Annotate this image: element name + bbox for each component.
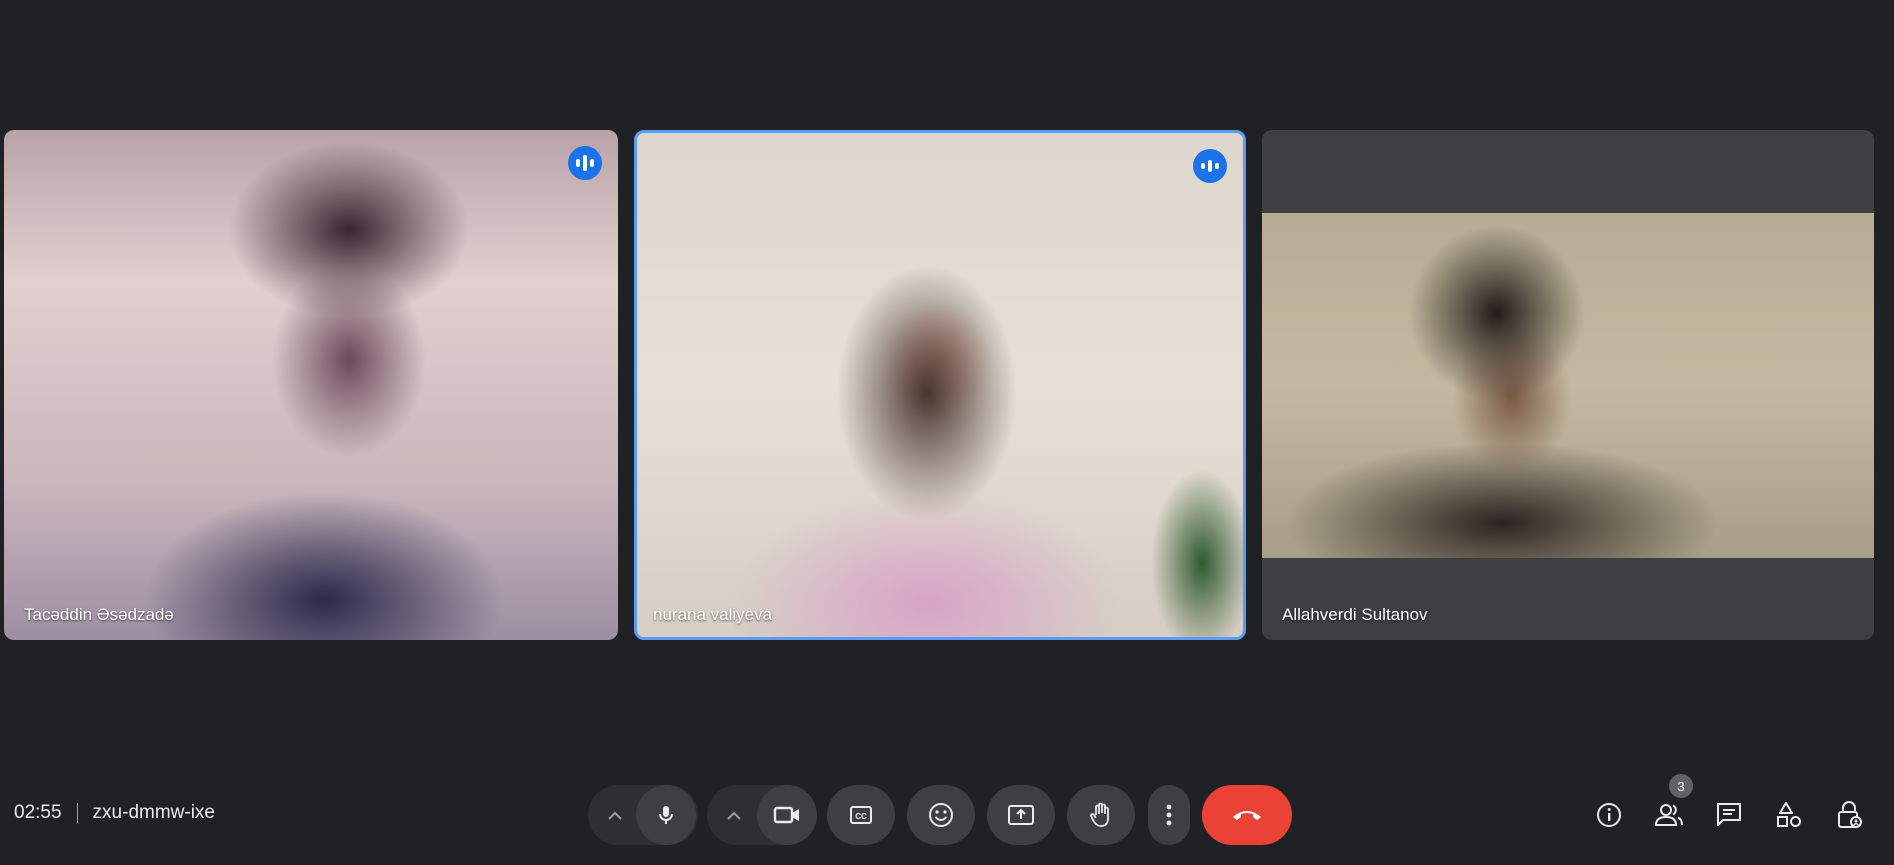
captions-icon: CC [850, 806, 872, 824]
raise-hand-button[interactable] [1067, 785, 1135, 845]
camera-button[interactable] [757, 785, 817, 845]
present-screen-icon [1008, 805, 1034, 825]
chat-icon [1717, 803, 1741, 826]
emoji-button[interactable] [907, 785, 975, 845]
leave-call-button[interactable] [1202, 785, 1292, 845]
captions-button[interactable]: CC [827, 785, 895, 845]
svg-text:CC: CC [855, 812, 867, 821]
participant-video [1262, 213, 1874, 558]
meeting-info: 02:55 zxu-dmmw-ixe [14, 802, 215, 824]
divider [76, 803, 78, 823]
people-icon [1654, 804, 1683, 826]
activities-icon [1777, 802, 1801, 827]
speaking-indicator-icon [568, 146, 602, 180]
meeting-details-button[interactable] [1589, 795, 1629, 835]
microphone-button[interactable] [636, 785, 696, 845]
end-call-icon [1233, 811, 1261, 820]
host-controls-button[interactable] [1829, 795, 1869, 835]
raise-hand-icon [1090, 802, 1109, 827]
meeting-time: 02:55 [14, 802, 62, 823]
more-options-icon [1166, 804, 1172, 826]
people-button[interactable] [1649, 795, 1689, 835]
participant-name: Tacəddin Əsədzadə [24, 605, 174, 624]
host-controls-icon [1838, 801, 1862, 828]
camera-icon [773, 806, 799, 824]
participant-tile-3[interactable]: Allahverdi Sultanov [1262, 130, 1874, 640]
camera-options-chevron-up-icon[interactable] [720, 801, 748, 829]
activities-button[interactable] [1769, 795, 1809, 835]
participant-tile-1[interactable]: Tacəddin Əsədzadə [4, 130, 618, 640]
people-count-badge: 3 [1669, 774, 1693, 798]
participant-name: Allahverdi Sultanov [1282, 605, 1428, 624]
speaking-indicator-icon [1193, 149, 1227, 183]
mic-options-chevron-up-icon[interactable] [601, 801, 629, 829]
chat-button[interactable] [1709, 795, 1749, 835]
more-options-button[interactable] [1148, 785, 1190, 845]
meeting-code: zxu-dmmw-ixe [92, 802, 215, 823]
participant-name: nurana valiyeva [653, 605, 773, 624]
emoji-icon [929, 803, 953, 827]
info-icon [1597, 803, 1621, 827]
present-screen-button[interactable] [987, 785, 1055, 845]
participant-tile-2[interactable]: nurana valiyeva [634, 130, 1246, 640]
microphone-icon [659, 806, 673, 824]
